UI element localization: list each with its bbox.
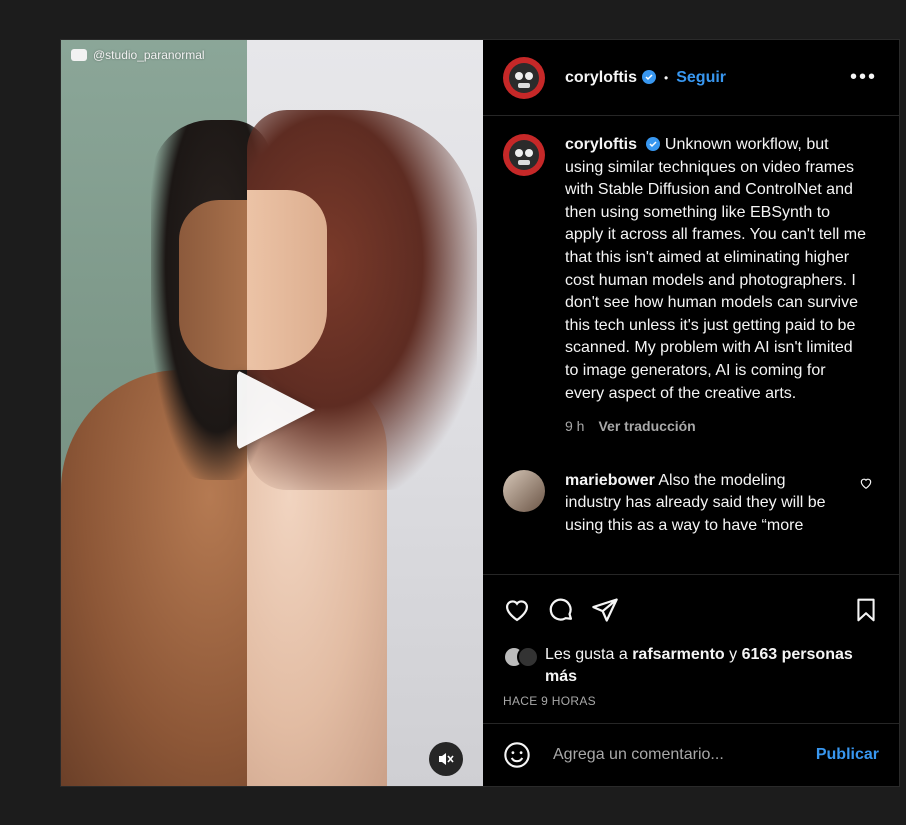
likes-conj: y bbox=[729, 646, 738, 663]
likes-user-link[interactable]: rafsarmento bbox=[632, 646, 724, 663]
liker-avatar bbox=[517, 646, 539, 668]
watermark-text: @studio_paranormal bbox=[93, 48, 205, 62]
figure-face-right bbox=[247, 190, 327, 370]
watermark: @studio_paranormal bbox=[71, 48, 205, 62]
heart-icon[interactable] bbox=[503, 596, 531, 624]
mute-icon bbox=[439, 753, 454, 765]
publish-button[interactable]: Publicar bbox=[816, 746, 879, 764]
emoji-icon[interactable] bbox=[503, 741, 531, 769]
likes-prefix: Les gusta a bbox=[545, 646, 628, 663]
play-icon[interactable] bbox=[237, 370, 315, 450]
translate-link[interactable]: Ver traducción bbox=[598, 415, 695, 438]
list-item: mariebower Also the modeling industry ha… bbox=[503, 469, 872, 538]
more-options-icon[interactable]: ••• bbox=[850, 66, 877, 89]
author-username[interactable]: coryloftis bbox=[565, 69, 637, 87]
figure-face-left bbox=[179, 200, 247, 370]
separator-dot: • bbox=[664, 70, 669, 85]
likes-summary: Les gusta a rafsarmento y 6163 personas … bbox=[483, 644, 899, 688]
caption-avatar[interactable] bbox=[503, 134, 545, 176]
comments-scroll-area[interactable]: coryloftis Unknown workflow, but using s… bbox=[483, 116, 899, 574]
caption-text: Unknown workflow, but using similar tech… bbox=[565, 136, 866, 402]
caption-time: 9 h bbox=[565, 418, 585, 435]
comment-input[interactable] bbox=[551, 745, 816, 765]
author-avatar[interactable] bbox=[503, 56, 545, 99]
post-media-video[interactable]: @studio_paranormal bbox=[61, 40, 483, 786]
follow-button[interactable]: Seguir bbox=[676, 69, 726, 87]
post-side-panel: coryloftis • Seguir ••• coryloftis Unkno… bbox=[483, 40, 899, 786]
verified-badge-icon bbox=[646, 136, 661, 151]
mute-button[interactable] bbox=[429, 742, 463, 776]
post-header: coryloftis • Seguir ••• bbox=[483, 40, 899, 116]
post-timestamp[interactable]: HACE 9 HORAS bbox=[483, 688, 899, 708]
share-icon[interactable] bbox=[591, 596, 619, 624]
caption: coryloftis Unknown workflow, but using s… bbox=[503, 134, 869, 438]
watermark-logo-icon bbox=[71, 49, 87, 61]
commenter-username[interactable]: mariebower bbox=[565, 472, 655, 489]
bookmark-icon[interactable] bbox=[853, 596, 879, 624]
comment-composer: Publicar bbox=[483, 723, 899, 786]
post-modal: @studio_paranormal coryloftis • Seguir •… bbox=[60, 39, 900, 787]
caption-username[interactable]: coryloftis bbox=[565, 136, 637, 153]
heart-icon[interactable] bbox=[859, 476, 873, 490]
verified-badge-icon bbox=[642, 69, 657, 84]
comment-icon[interactable] bbox=[547, 596, 575, 624]
commenter-avatar[interactable] bbox=[503, 469, 545, 512]
action-bar bbox=[483, 574, 899, 644]
